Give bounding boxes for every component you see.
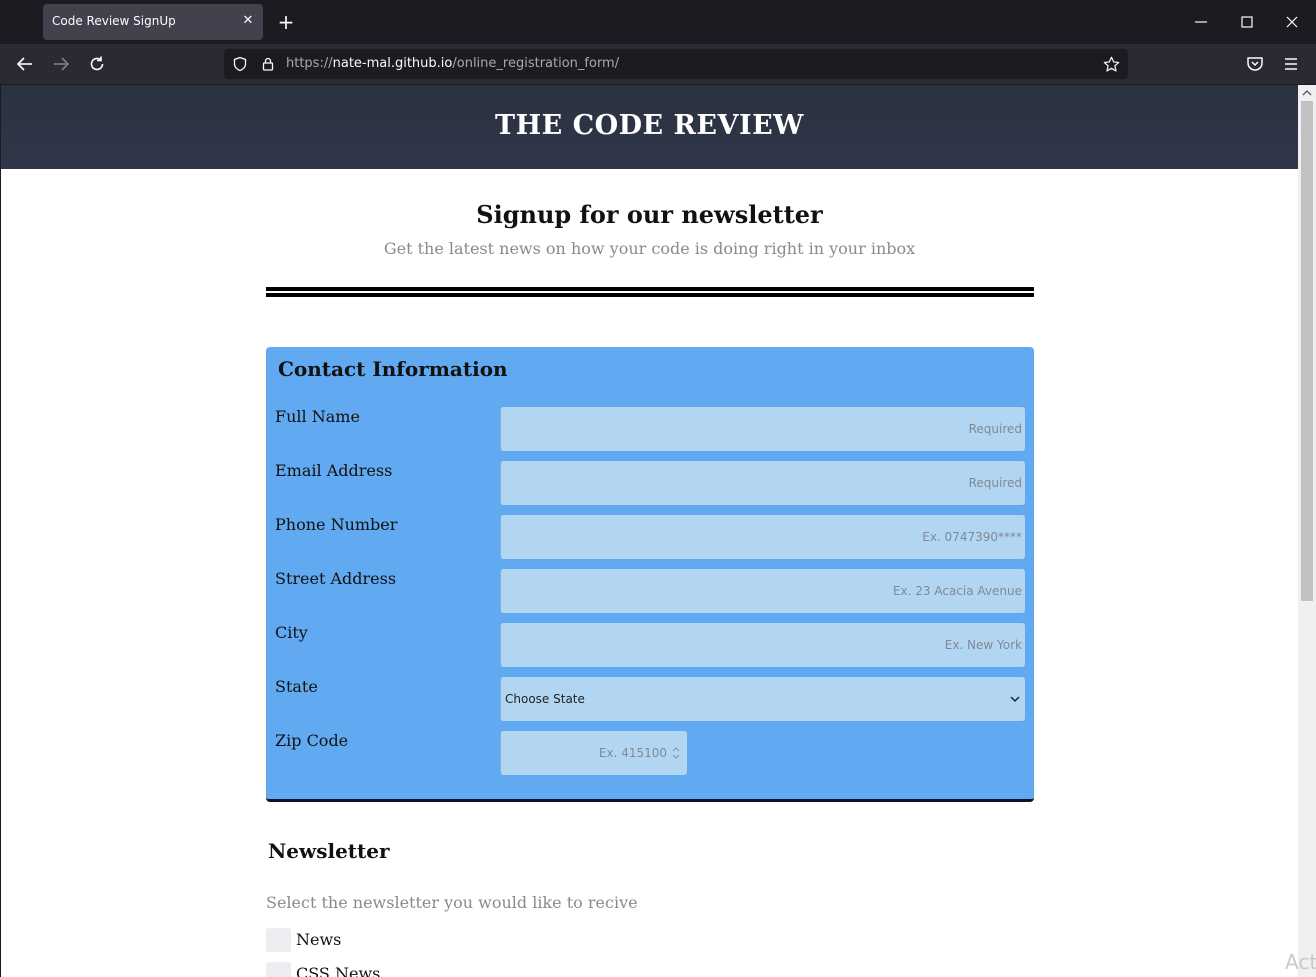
email-address-input[interactable]: Required	[500, 461, 1025, 505]
placeholder: Ex. New York	[944, 638, 1022, 652]
contact-information-card: Contact Information Full Name Required E…	[266, 347, 1034, 802]
forward-arrow-icon[interactable]	[51, 54, 71, 74]
phone-number-input[interactable]: Ex. 0747390****	[500, 515, 1025, 559]
css-news-checkbox-label: CSS News	[296, 964, 381, 977]
pocket-icon[interactable]	[1245, 54, 1265, 74]
street-address-input[interactable]: Ex. 23 Acacia Avenue	[500, 569, 1025, 613]
page-viewport: THE CODE REVIEW Signup for our newslette…	[1, 85, 1298, 977]
reload-icon[interactable]	[87, 54, 107, 74]
number-spinner-icon[interactable]	[671, 745, 681, 761]
city-label: City	[275, 623, 308, 642]
city-input[interactable]: Ex. New York	[500, 623, 1025, 667]
email-address-label: Email Address	[275, 461, 393, 480]
site-header: THE CODE REVIEW	[1, 85, 1298, 169]
browser-tab[interactable]: Code Review SignUp ✕	[43, 4, 263, 40]
tab-close-icon[interactable]: ✕	[239, 12, 257, 30]
street-address-label: Street Address	[275, 569, 397, 588]
scrollbar-thumb[interactable]	[1301, 101, 1313, 601]
page-title: Signup for our newsletter	[476, 200, 823, 229]
phone-number-label: Phone Number	[275, 515, 398, 534]
shield-icon[interactable]	[232, 56, 248, 72]
divider	[266, 293, 1034, 297]
lock-icon[interactable]	[260, 56, 276, 72]
url-host: nate-mal.github.io	[332, 56, 453, 71]
newsletter-subtitle: Select the newsletter you would like to …	[266, 893, 638, 912]
url-scheme: https://	[286, 56, 333, 71]
state-select[interactable]: Choose State	[500, 677, 1025, 721]
url-path: /online_registration_form/	[452, 56, 620, 71]
full-name-label: Full Name	[275, 407, 360, 426]
state-label: State	[275, 677, 318, 696]
state-selected-value: Choose State	[505, 692, 585, 706]
placeholder: Required	[968, 476, 1022, 490]
tab-title: Code Review SignUp	[52, 14, 176, 28]
url-bar[interactable]: https://nate-mal.github.io/online_regist…	[224, 49, 1128, 79]
scroll-up-arrow-icon[interactable]	[1302, 88, 1312, 98]
window-close-icon[interactable]	[1282, 12, 1302, 32]
placeholder: Ex. 0747390****	[922, 530, 1022, 544]
divider	[266, 287, 1034, 291]
minimize-icon[interactable]	[1191, 12, 1211, 32]
new-tab-button[interactable]: +	[276, 12, 296, 32]
menu-icon[interactable]	[1281, 54, 1301, 74]
page-subtitle: Get the latest news on how your code is …	[383, 239, 916, 258]
newsletter-title: Newsletter	[268, 839, 390, 863]
zip-code-input[interactable]: Ex. 415100	[500, 731, 687, 775]
browser-nav-bar: https://nate-mal.github.io/online_regist…	[0, 44, 1316, 84]
css-news-checkbox[interactable]	[266, 962, 291, 977]
placeholder: Required	[968, 422, 1022, 436]
news-checkbox[interactable]	[266, 928, 291, 952]
zip-code-label: Zip Code	[275, 731, 349, 750]
contact-information-title: Contact Information	[278, 357, 508, 381]
maximize-icon[interactable]	[1237, 12, 1257, 32]
url-text[interactable]: https://nate-mal.github.io/online_regist…	[286, 56, 619, 71]
site-title: THE CODE REVIEW	[495, 110, 804, 141]
browser-tab-bar: Code Review SignUp ✕ +	[0, 0, 1316, 44]
activation-watermark: Act	[1285, 950, 1316, 974]
vertical-scrollbar[interactable]	[1298, 85, 1316, 977]
placeholder: Ex. 415100	[598, 746, 667, 760]
chevron-down-icon	[1010, 696, 1020, 703]
full-name-input[interactable]: Required	[500, 407, 1025, 451]
placeholder: Ex. 23 Acacia Avenue	[892, 584, 1022, 598]
back-arrow-icon[interactable]	[15, 54, 35, 74]
bookmark-star-icon[interactable]	[1103, 56, 1120, 73]
news-checkbox-label: News	[296, 930, 342, 949]
